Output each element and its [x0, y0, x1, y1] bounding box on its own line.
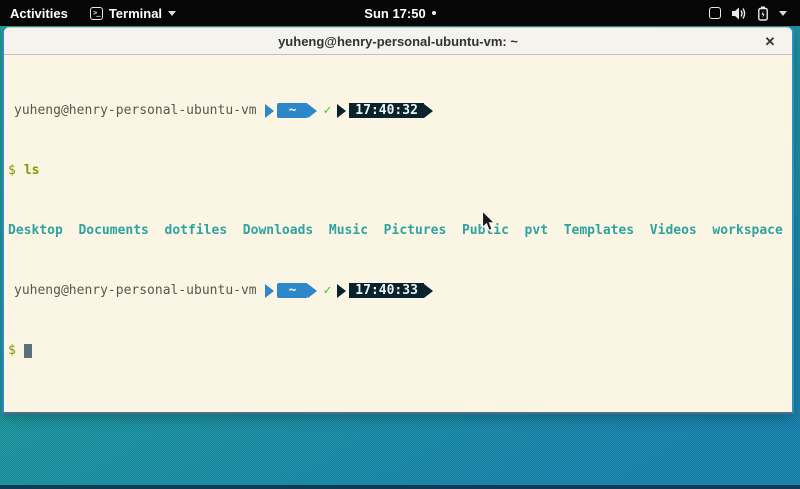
terminal-window: yuheng@henry-personal-ubuntu-vm: ~ ✕ yuh… — [2, 27, 794, 414]
prompt-path-segment: ~ — [277, 103, 309, 118]
powerline-arrow-icon — [265, 104, 274, 118]
prompt-path-segment: ~ — [277, 283, 309, 298]
window-titlebar[interactable]: yuheng@henry-personal-ubuntu-vm: ~ ✕ — [4, 27, 792, 55]
chevron-down-icon — [168, 11, 176, 16]
powerline-arrow-icon — [424, 284, 433, 298]
powerline-arrow-icon — [337, 284, 346, 298]
chevron-down-icon — [779, 11, 787, 16]
clock-label: Sun 17:50 — [364, 6, 425, 21]
close-button[interactable]: ✕ — [758, 28, 782, 56]
prompt-user-host: yuheng@henry-personal-ubuntu-vm — [14, 103, 257, 118]
prompt-line-2: yuheng@henry-personal-ubuntu-vm ~ ✓ 17:4… — [6, 283, 790, 298]
powerline-arrow-icon — [308, 104, 317, 118]
app-menu-label: Terminal — [109, 6, 162, 21]
system-status-area[interactable] — [701, 0, 800, 26]
terminal-screen[interactable]: yuheng@henry-personal-ubuntu-vm ~ ✓ 17:4… — [4, 55, 792, 412]
current-input-line: $ — [6, 343, 790, 358]
typed-command: ls — [24, 163, 40, 178]
prompt-status-check: ✓ — [323, 283, 331, 298]
command-line: $ ls — [6, 163, 790, 178]
clock-button[interactable]: Sun 17:50 — [364, 0, 435, 26]
directory-listing: Desktop Documents dotfiles Downloads Mus… — [6, 223, 790, 238]
gnome-top-bar: Activities >_ Terminal Sun 17:50 — [0, 0, 800, 26]
window-title: yuheng@henry-personal-ubuntu-vm: ~ — [278, 34, 518, 49]
battery-charging-icon — [758, 6, 768, 21]
powerline-arrow-icon — [424, 104, 433, 118]
prompt-user-host: yuheng@henry-personal-ubuntu-vm — [14, 283, 257, 298]
powerline-arrow-icon — [265, 284, 274, 298]
desktop-bottom-edge — [0, 485, 800, 489]
activities-button[interactable]: Activities — [0, 0, 82, 26]
powerline-arrow-icon — [308, 284, 317, 298]
prompt-symbol: $ — [8, 343, 16, 358]
activities-label: Activities — [10, 6, 68, 21]
prompt-time-segment: 17:40:33 — [349, 283, 424, 298]
terminal-icon: >_ — [90, 7, 103, 20]
screen-icon — [709, 7, 721, 19]
notification-dot-icon — [432, 11, 436, 15]
prompt-symbol: $ — [8, 163, 16, 178]
app-menu-terminal[interactable]: >_ Terminal — [82, 0, 184, 26]
powerline-arrow-icon — [337, 104, 346, 118]
terminal-cursor — [24, 344, 32, 358]
prompt-line-1: yuheng@henry-personal-ubuntu-vm ~ ✓ 17:4… — [6, 103, 790, 118]
prompt-time-segment: 17:40:32 — [349, 103, 424, 118]
volume-icon — [732, 7, 747, 20]
prompt-status-check: ✓ — [323, 103, 331, 118]
